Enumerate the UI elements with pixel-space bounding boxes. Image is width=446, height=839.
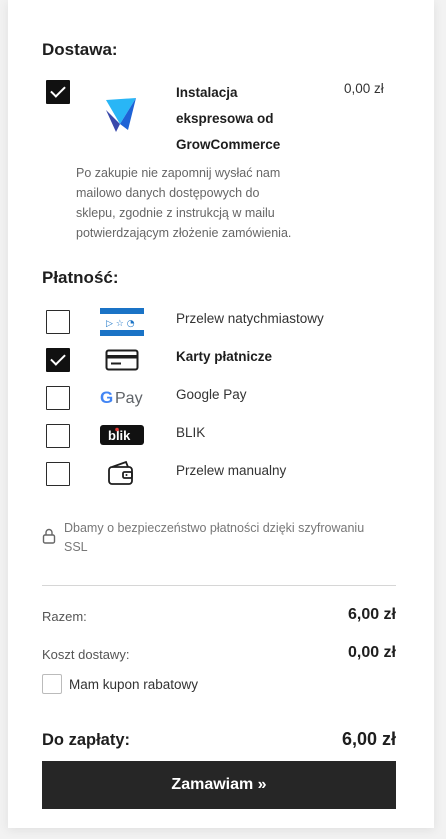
coupon-checkbox[interactable] xyxy=(42,674,62,694)
wallet-icon xyxy=(108,460,133,485)
total-value: 6,00 zł xyxy=(341,729,396,749)
payment-title: Płatność: xyxy=(42,268,119,287)
delivery-note: Po zakupie nie zapomnij wysłać nam mailo… xyxy=(76,166,292,240)
checkout-panel: Dostawa: Instalacja ekspresowa od GrowCo… xyxy=(8,0,434,828)
svg-text:▷ ☆ ◔: ▷ ☆ ◔ xyxy=(106,319,135,329)
payment-option-label: BLIK xyxy=(176,425,206,440)
delivery-title: Dostawa: xyxy=(42,40,118,59)
bluemedia-icon: ▷ ☆ ◔ xyxy=(100,308,144,336)
shipping-label: Koszt dostawy: xyxy=(42,647,130,662)
payment-option-label: Google Pay xyxy=(176,387,247,402)
payment-checkbox[interactable] xyxy=(46,462,70,486)
subtotal-value: 6,00 zł xyxy=(347,606,396,623)
payment-checkbox[interactable] xyxy=(46,424,70,448)
payment-checkbox[interactable] xyxy=(46,348,70,372)
growcommerce-logo-icon xyxy=(106,98,136,132)
coupon-label[interactable]: Mam kupon rabatowy xyxy=(69,677,198,692)
payment-checkbox[interactable] xyxy=(46,310,70,334)
subtotal-label: Razem: xyxy=(42,609,87,624)
lock-icon xyxy=(42,528,56,544)
delivery-item-price: 0,00 zł xyxy=(344,81,384,96)
order-button[interactable]: Zamawiam » xyxy=(42,761,396,809)
security-note: Dbamy o bezpieczeństwo płatności dzięki … xyxy=(64,521,365,554)
payment-option-label: Przelew natychmiastowy xyxy=(176,311,324,326)
svg-text:Pay: Pay xyxy=(115,390,143,407)
delivery-checkbox[interactable] xyxy=(46,80,70,104)
payment-option-label: Karty płatnicze xyxy=(176,349,273,364)
summary-divider xyxy=(42,585,396,586)
payment-checkbox[interactable] xyxy=(46,386,70,410)
svg-text:G: G xyxy=(100,388,113,407)
credit-card-icon xyxy=(105,349,139,371)
shipping-value: 0,00 zł xyxy=(347,644,396,661)
blik-icon: blik xyxy=(100,425,144,445)
total-label: Do zapłaty: xyxy=(42,731,131,749)
delivery-item-name: Instalacja ekspresowa od GrowCommerce xyxy=(176,85,281,152)
svg-text:blik: blik xyxy=(108,428,131,443)
payment-option-label: Przelew manualny xyxy=(176,463,287,478)
google-pay-icon: G Pay xyxy=(100,388,143,407)
